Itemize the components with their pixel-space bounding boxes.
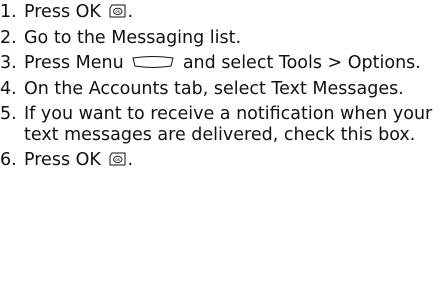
ok-key-icon: ok: [109, 4, 126, 18]
step-number: 1.: [0, 2, 17, 22]
step-text: If you want to receive a notification wh…: [24, 104, 433, 145]
step-text: Press OK: [24, 2, 101, 22]
step-text-end: .: [127, 150, 134, 170]
ok-key-icon: ok: [109, 152, 126, 166]
step-number: 5.: [0, 104, 17, 124]
step-number: 2.: [0, 27, 17, 48]
step-text-end: .: [127, 2, 134, 22]
svg-text:ok: ok: [116, 157, 121, 162]
step-3: 3. Press Menu and select Tools > Options…: [0, 53, 440, 74]
step-number: 6.: [0, 150, 17, 170]
step-number: 4.: [0, 78, 17, 99]
step-5: 5. If you want to receive a notification…: [0, 104, 440, 145]
step-text: Go to the Messaging list.: [24, 27, 242, 48]
step-number: 3.: [0, 53, 17, 73]
svg-text:ok: ok: [116, 9, 121, 14]
step-text-end: and select Tools > Options.: [182, 53, 421, 73]
step-text: On the Accounts tab, select Text Message…: [24, 78, 404, 99]
step-6: 6. Press OK ok .: [0, 150, 440, 171]
menu-softkey-icon: [132, 56, 174, 68]
instruction-steps: 1. Press OK ok . 2. Go to the Messaging …: [0, 2, 440, 176]
step-4: 4. On the Accounts tab, select Text Mess…: [0, 79, 440, 100]
step-2: 2. Go to the Messaging list.: [0, 28, 440, 49]
step-text: Press Menu: [24, 53, 124, 73]
step-1: 1. Press OK ok .: [0, 2, 440, 23]
step-text: Press OK: [24, 150, 101, 170]
